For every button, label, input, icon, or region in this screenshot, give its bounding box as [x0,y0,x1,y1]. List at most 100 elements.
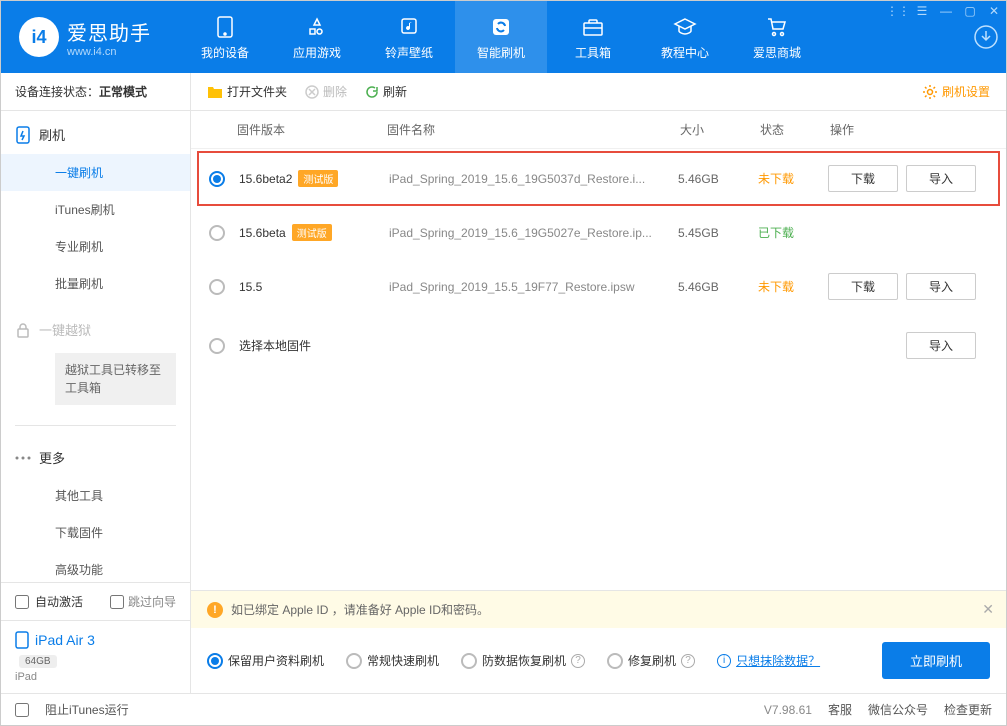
sidebar-item-download-fw[interactable]: 下载固件 [1,514,190,551]
flash-now-button[interactable]: 立即刷机 [882,642,990,679]
ipad-icon [15,631,29,649]
fw-status: 已下载 [758,224,828,241]
sidebar-item-batch[interactable]: 批量刷机 [1,265,190,302]
info-icon[interactable]: i [717,654,731,668]
option-keep-data[interactable]: 保留用户资料刷机 [207,652,324,669]
bottom-panel: ! 如已绑定 Apple ID ，请准备好 Apple ID和密码。 ✕ 保留用… [191,590,1006,693]
check-update-link[interactable]: 检查更新 [944,701,992,718]
delete-button[interactable]: 删除 [305,83,347,100]
main-panel: 打开文件夹 删除 刷新 刷机设置 [191,73,1006,693]
erase-data-link[interactable]: 只想抹除数据？ [736,652,820,669]
menu-icon[interactable]: ⋮⋮ [890,3,906,19]
firmware-row[interactable]: 15.6beta 测试版 iPad_Spring_2019_15.6_19G50… [191,208,1006,257]
nav-tab-flash[interactable]: 智能刷机 [455,1,547,73]
import-button[interactable]: 导入 [906,273,976,300]
close-icon[interactable]: ✕ [986,3,1002,19]
app-subtitle: www.i4.cn [67,46,151,58]
maximize-icon[interactable]: ▢ [962,3,978,19]
sidebar: 设备连接状态：正常模式 刷机 一键刷机 iTunes刷机 专业刷机 批量刷机 一… [1,73,191,693]
fw-filename: iPad_Spring_2019_15.5_19F77_Restore.ipsw [389,280,678,294]
grad-cap-icon [673,14,697,40]
device-info[interactable]: iPad Air 3 64GB iPad [1,621,190,693]
fw-filename: iPad_Spring_2019_15.6_19G5037d_Restore.i… [389,172,678,186]
toolbar: 打开文件夹 删除 刷新 刷机设置 [191,73,1006,111]
fw-version-text: 15.6beta2 [239,172,292,186]
nav-tab-apps[interactable]: 应用游戏 [271,1,363,73]
connection-status: 设备连接状态：正常模式 [1,73,190,111]
app-title: 爱思助手 [67,17,151,46]
sidebar-item-other-tools[interactable]: 其他工具 [1,477,190,514]
fw-status: 未下载 [758,278,828,295]
fw-version-text: 15.6beta [239,226,286,240]
radio-icon[interactable] [209,171,225,187]
option-anti-loss[interactable]: 防数据恢复刷机 ? [461,652,585,669]
window-controls: ⋮⋮ ☰ — ▢ ✕ [890,3,1002,19]
import-button[interactable]: 导入 [906,332,976,359]
refresh-button[interactable]: 刷新 [365,83,407,100]
fw-version-text: 15.5 [239,280,262,294]
app-logo-icon: i4 [19,17,59,57]
wechat-link[interactable]: 微信公众号 [868,701,928,718]
gear-icon [922,84,938,100]
sidebar-head-flash[interactable]: 刷机 [1,115,190,154]
firmware-row[interactable]: 15.6beta2 测试版 iPad_Spring_2019_15.6_19G5… [197,151,1000,206]
radio-icon [207,653,223,669]
nav-tab-tutorials[interactable]: 教程中心 [639,1,731,73]
delete-icon [305,85,319,99]
help-icon[interactable]: ? [571,654,585,668]
more-icon [15,450,31,466]
block-itunes-checkbox[interactable] [15,703,29,717]
radio-icon [607,653,623,669]
support-link[interactable]: 客服 [828,701,852,718]
sidebar-item-onekey[interactable]: 一键刷机 [1,154,190,191]
sidebar-head-jailbreak: 一键越狱 [1,310,190,349]
fw-size: 5.46GB [678,172,758,186]
nav-tab-device[interactable]: 我的设备 [179,1,271,73]
table-header: 固件版本 固件名称 大小 状态 操作 [191,111,1006,149]
option-repair[interactable]: 修复刷机 ? [607,652,695,669]
folder-icon [207,85,223,99]
toolbox-icon [582,14,604,40]
lock-icon [15,322,31,338]
radio-icon[interactable] [209,279,225,295]
close-notice-button[interactable]: ✕ [982,601,994,618]
apple-id-notice: ! 如已绑定 Apple ID ，请准备好 Apple ID和密码。 ✕ [191,591,1006,628]
sidebar-item-itunes[interactable]: iTunes刷机 [1,191,190,228]
sidebar-item-pro[interactable]: 专业刷机 [1,228,190,265]
radio-icon [346,653,362,669]
firmware-row[interactable]: 15.5 iPad_Spring_2019_15.5_19F77_Restore… [191,257,1006,316]
divider [15,425,176,426]
cart-icon [766,14,788,40]
option-normal[interactable]: 常规快速刷机 [346,652,439,669]
open-folder-button[interactable]: 打开文件夹 [207,83,287,100]
skip-guide-checkbox[interactable] [110,595,124,609]
app-footer: 阻止iTunes运行 V7.98.61 客服 微信公众号 检查更新 [1,693,1006,725]
nav-tab-ringtones[interactable]: 铃声壁纸 [363,1,455,73]
apps-icon [306,14,328,40]
sidebar-head-more[interactable]: 更多 [1,438,190,477]
music-icon [398,14,420,40]
download-button[interactable]: 下载 [828,165,898,192]
nav-tab-toolbox[interactable]: 工具箱 [547,1,639,73]
beta-badge: 测试版 [298,170,338,187]
warning-icon: ! [207,602,223,618]
flash-icon [15,127,31,143]
nav-tab-store[interactable]: 爱思商城 [731,1,823,73]
help-icon[interactable]: ? [681,654,695,668]
import-button[interactable]: 导入 [906,165,976,192]
minimize-icon[interactable]: — [938,3,954,19]
local-firmware-row[interactable]: 选择本地固件 导入 [191,316,1006,375]
radio-icon[interactable] [209,225,225,241]
refresh-icon [490,14,512,40]
logo-area: i4 爱思助手 www.i4.cn [1,1,169,73]
firmware-list: 15.6beta2 测试版 iPad_Spring_2019_15.6_19G5… [191,149,1006,316]
flash-settings-button[interactable]: 刷机设置 [922,83,990,100]
download-button[interactable]: 下载 [828,273,898,300]
fw-size: 5.46GB [678,280,758,294]
auto-activate-checkbox[interactable] [15,595,29,609]
radio-icon[interactable] [209,338,225,354]
storage-badge: 64GB [19,655,57,668]
app-header: ⋮⋮ ☰ — ▢ ✕ i4 爱思助手 www.i4.cn 我的设备 应用游戏 [1,1,1006,73]
content-area: 设备连接状态：正常模式 刷机 一键刷机 iTunes刷机 专业刷机 批量刷机 一… [1,73,1006,693]
list-icon[interactable]: ☰ [914,3,930,19]
